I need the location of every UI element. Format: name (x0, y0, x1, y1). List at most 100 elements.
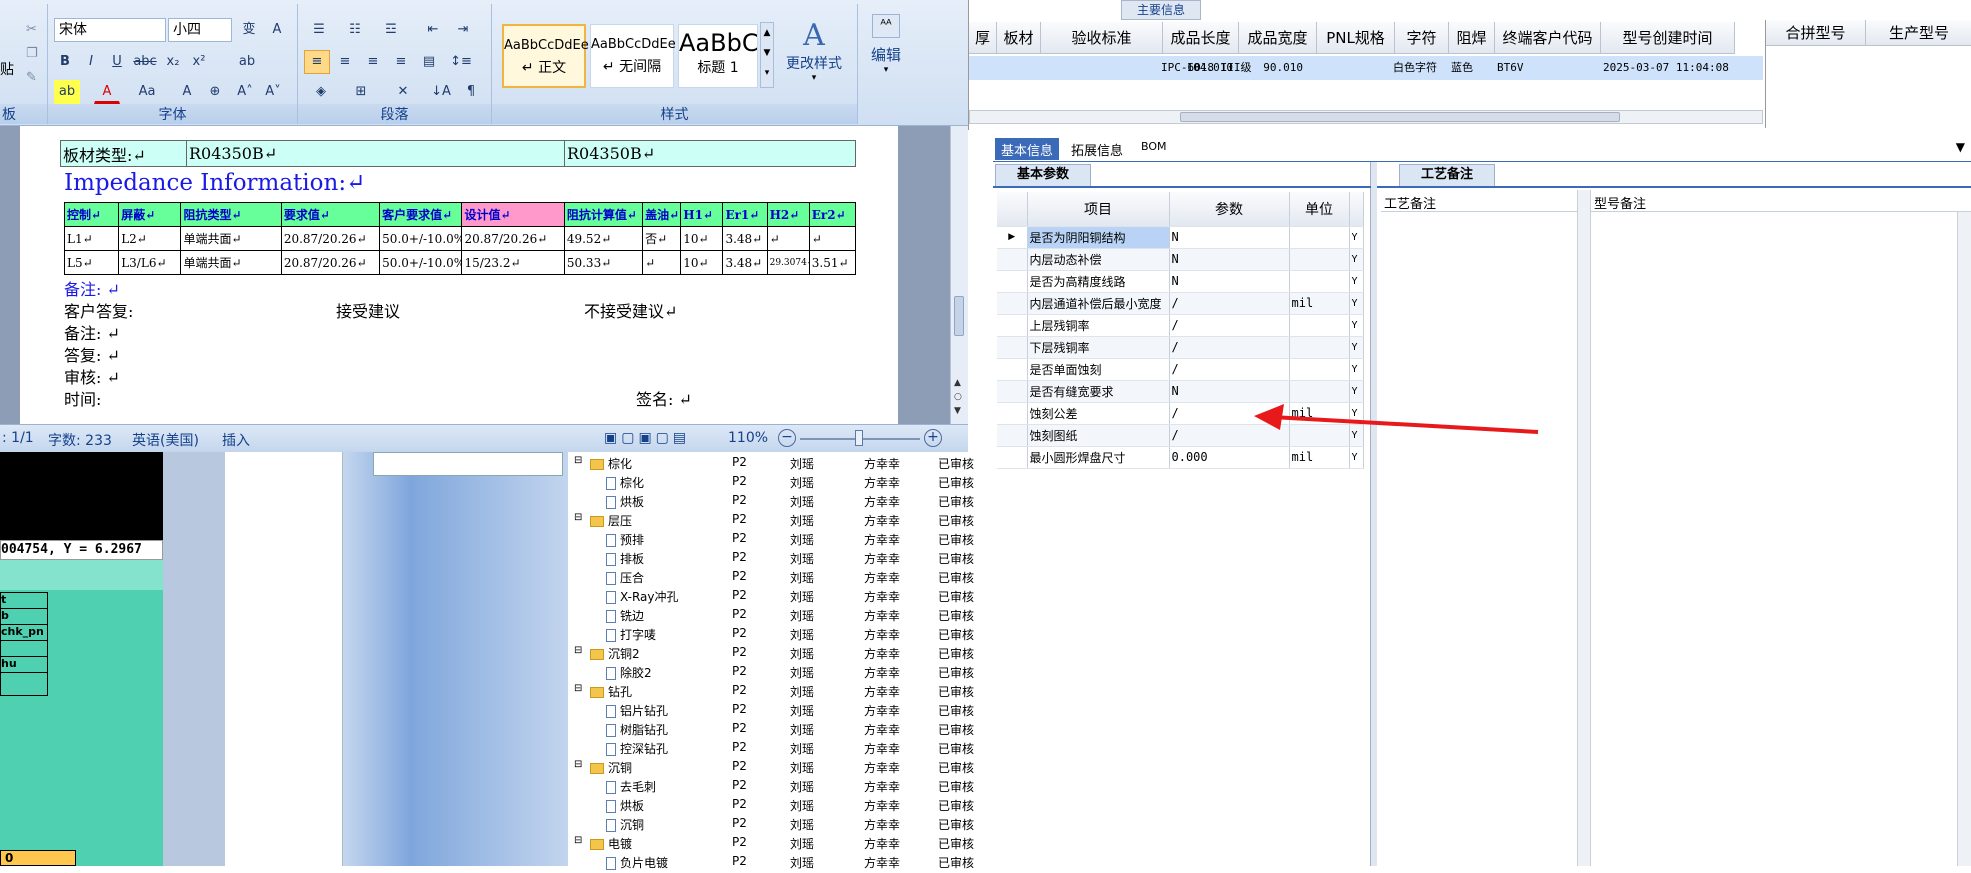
copy-icon[interactable]: ❐ (26, 46, 38, 61)
collapse-icon[interactable]: ⊟ (574, 683, 582, 694)
list-item[interactable]: 电镀 ⊟ P2 刘瑶 方幸幸 已审核 (568, 835, 974, 854)
status-words[interactable]: 字数: 233 (48, 430, 112, 450)
subscript-icon[interactable]: x₂ (160, 50, 186, 74)
underline-icon[interactable]: U (104, 50, 130, 74)
layer-item[interactable] (1, 641, 47, 657)
subtab-craft-notes[interactable]: 工艺备注 (1399, 164, 1495, 186)
shrink-font-icon[interactable]: A˅ (260, 80, 286, 104)
status-insert-mode[interactable]: 插入 (222, 430, 250, 450)
document-vertical-scrollbar[interactable]: ▲ ○ ▼ (950, 126, 968, 424)
param-cell[interactable]: N (1169, 248, 1290, 271)
list-item[interactable]: 烘板 P2 刘瑶 方幸幸 已审核 (568, 797, 974, 816)
list-item[interactable]: 压合 P2 刘瑶 方幸幸 已审核 (568, 569, 974, 588)
main-info-tab[interactable]: 主要信息 (1121, 0, 1201, 20)
list-item[interactable]: 沉铜 ⊟ P2 刘瑶 方幸幸 已审核 (568, 759, 974, 778)
increase-indent-icon[interactable]: ⇥ (450, 18, 476, 42)
col-customer[interactable]: 终端客户代码 (1495, 22, 1601, 54)
layer-item[interactable] (1, 673, 47, 689)
bullets-icon[interactable]: ☰ (306, 18, 332, 42)
collapse-icon[interactable]: ⊟ (574, 759, 582, 770)
list-item[interactable]: 烘板 P2 刘瑶 方幸幸 已审核 (568, 493, 974, 512)
list-item[interactable]: 铣边 P2 刘瑶 方幸幸 已审核 (568, 607, 974, 626)
font-size-combo[interactable]: 小四 (168, 18, 232, 42)
list-item[interactable]: 预排 P2 刘瑶 方幸幸 已审核 (568, 531, 974, 550)
decrease-indent-icon[interactable]: ⇤ (420, 18, 446, 42)
char-shading-icon[interactable]: A (174, 80, 200, 104)
blue-panel-input[interactable] (373, 452, 563, 476)
clear-format-icon[interactable]: A (264, 18, 290, 42)
list-item[interactable]: 控深钻孔 P2 刘瑶 方幸幸 已审核 (568, 740, 974, 759)
distributed-icon[interactable]: ▤ (416, 50, 442, 74)
highlight-icon[interactable]: ab (54, 80, 80, 104)
layer-item[interactable]: t (1, 593, 47, 609)
col-pnl[interactable]: PNL规格 (1317, 22, 1395, 54)
font-name-combo[interactable]: 宋体 (54, 18, 166, 42)
list-item[interactable]: X-Ray冲孔 P2 刘瑶 方幸幸 已审核 (568, 588, 974, 607)
document-page[interactable]: 板材类型:↵ R04350B↵ R04350B↵ Impedance Infor… (20, 126, 898, 424)
paste-label[interactable]: 贴 (0, 59, 14, 79)
styles-scroll[interactable]: ▲ ▼ ▾ (760, 22, 774, 88)
enclose-char-icon[interactable]: ⊕ (202, 80, 228, 104)
param-cell[interactable]: N (1169, 380, 1290, 403)
chevron-down-icon[interactable]: ▼ (1956, 140, 1965, 154)
layer-item[interactable]: chk_pn (1, 625, 47, 641)
list-item[interactable]: 去毛刺 P2 刘瑶 方幸幸 已审核 (568, 778, 974, 797)
sort-icon[interactable]: ↓A (428, 80, 454, 104)
col-thick[interactable]: 厚 (969, 22, 997, 54)
status-language[interactable]: 英语(美国) (132, 430, 199, 450)
list-item[interactable]: 沉铜2 ⊟ P2 刘瑶 方幸幸 已审核 (568, 645, 974, 664)
table-row[interactable]: 是否单面蚀刻 / Y (997, 358, 1364, 381)
col-char[interactable]: 字符 (1395, 22, 1449, 54)
shading-icon[interactable]: ◈ (308, 80, 334, 104)
table-row[interactable]: 上层残铜率 / Y (997, 314, 1364, 337)
list-item[interactable]: 树脂钻孔 P2 刘瑶 方幸幸 已审核 (568, 721, 974, 740)
table-row[interactable]: 内层通道补偿后最小宽度 / mil Y (997, 292, 1364, 315)
collapse-icon[interactable]: ⊟ (574, 455, 582, 466)
table-row[interactable]: 下层残铜率 / Y (997, 336, 1364, 359)
font-color-icon[interactable]: A (94, 80, 120, 104)
param-cell[interactable]: N (1169, 226, 1290, 249)
col-mask[interactable]: 阻焊 (1449, 22, 1495, 54)
list-item[interactable]: 层压 ⊟ P2 刘瑶 方幸幸 已审核 (568, 512, 974, 531)
collapse-icon[interactable]: ⊟ (574, 512, 582, 523)
subtab-basic-params[interactable]: 基本参数 (995, 164, 1091, 186)
zoom-out-icon[interactable]: − (778, 429, 796, 447)
format-painter-icon[interactable]: ✎ (26, 70, 37, 85)
param-cell[interactable]: / (1169, 336, 1290, 359)
zoom-slider-thumb[interactable] (855, 430, 863, 446)
cut-icon[interactable]: ✂ (26, 22, 37, 37)
change-styles-button[interactable]: A 更改样式 ▾ (776, 18, 852, 83)
col-param[interactable]: 参数 (1169, 192, 1290, 227)
zoom-level[interactable]: 110% (728, 430, 768, 446)
show-marks-icon[interactable]: ¶ (458, 80, 484, 104)
italic-icon[interactable]: I (78, 50, 104, 74)
col-item[interactable]: 项目 (1027, 192, 1170, 227)
tab-bom[interactable]: BOM (1135, 138, 1173, 160)
align-right-icon[interactable]: ≡ (360, 50, 386, 74)
col-width[interactable]: 成品宽度 (1239, 22, 1317, 54)
list-item[interactable]: 排板 P2 刘瑶 方幸幸 已审核 (568, 550, 974, 569)
list-item[interactable]: 铝片钻孔 P2 刘瑶 方幸幸 已审核 (568, 702, 974, 721)
collapse-icon[interactable]: ⊟ (574, 645, 582, 656)
bold-icon[interactable]: B (52, 50, 78, 74)
param-cell[interactable]: / (1169, 358, 1290, 381)
zoom-in-icon[interactable]: + (924, 429, 942, 447)
numbering-icon[interactable]: ☷ (342, 18, 368, 42)
list-item[interactable]: 钻孔 ⊟ P2 刘瑶 方幸幸 已审核 (568, 683, 974, 702)
table-row[interactable]: 内层动态补偿 N Y (997, 248, 1364, 271)
model-notes-scrollbar[interactable] (1957, 212, 1971, 866)
change-case-icon[interactable]: 变 (236, 18, 262, 42)
page-nav-icon[interactable]: ▲ ○ ▼ (954, 376, 962, 418)
h-scroll-thumb[interactable] (1180, 112, 1620, 122)
param-cell[interactable]: N (1169, 270, 1290, 293)
text-effects-icon[interactable]: ab (234, 50, 260, 74)
list-item[interactable]: 负片电镀 P2 刘瑶 方幸幸 已审核 (568, 854, 974, 873)
col-production[interactable]: 生产型号 (1866, 20, 1971, 46)
param-cell[interactable]: / (1169, 314, 1290, 337)
style-normal[interactable]: AaBbCcDdEe ↵ 正文 (502, 24, 589, 88)
multilevel-list-icon[interactable]: ☲ (378, 18, 404, 42)
view-buttons-icon[interactable]: ▣▢▣▢▤ (604, 430, 690, 446)
list-item[interactable]: 棕化 ⊟ P2 刘瑶 方幸幸 已审核 (568, 455, 974, 474)
horizontal-scrollbar[interactable] (969, 110, 1763, 124)
col-length[interactable]: 成品长度 (1163, 22, 1239, 54)
